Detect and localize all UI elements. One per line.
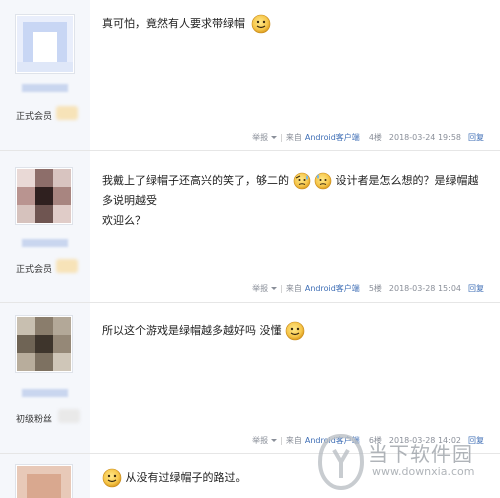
watermark-title: 当下软件园	[368, 442, 473, 466]
username[interactable]	[22, 389, 68, 397]
user-rank: 正式会员	[16, 265, 53, 275]
post-time: 2018-03-24 19:58	[388, 133, 461, 142]
source-prefix: 来自	[285, 133, 302, 142]
source-link[interactable]: Android客户端	[305, 283, 360, 294]
forum-thread: 正式会员 真可怕，竟然有人要求带绿帽 举报 | 来自 Android客户端 4楼 …	[0, 0, 500, 498]
source-prefix: 来自	[285, 436, 302, 445]
divider: |	[280, 284, 283, 293]
post-text: 从没有过绿帽子的路过。	[125, 471, 247, 484]
caret-down-icon[interactable]	[271, 439, 278, 442]
report-link[interactable]: 举报	[252, 132, 268, 143]
level-badge	[56, 106, 78, 120]
source-link[interactable]: Android客户端	[305, 132, 360, 143]
downxia-logo-icon	[316, 432, 366, 496]
username[interactable]	[22, 84, 68, 92]
post-time: 2018-03-28 15:04	[388, 284, 461, 293]
avatar[interactable]	[15, 315, 73, 373]
avatar[interactable]	[15, 167, 73, 225]
floor-number: 5楼	[368, 284, 382, 293]
post-floor-4: 正式会员 真可怕，竟然有人要求带绿帽 举报 | 来自 Android客户端 4楼 …	[0, 0, 500, 151]
post-content: 从没有过绿帽子的路过。	[102, 468, 247, 488]
reply-link[interactable]: 回复	[468, 283, 484, 294]
post-text-line3: 欢迎么？	[102, 214, 146, 227]
post-text: 真可怕，竟然有人要求带绿帽	[102, 17, 245, 30]
avatar[interactable]	[15, 14, 75, 74]
level-badge	[56, 259, 78, 273]
post-meta: 举报 | 来自 Android客户端 5楼 2018-03-28 15:04 回复	[252, 283, 484, 294]
divider: |	[280, 133, 283, 142]
user-rank: 正式会员	[16, 112, 53, 122]
avatar[interactable]	[15, 464, 73, 498]
caret-down-icon[interactable]	[271, 136, 278, 139]
smiley-emoji-icon	[251, 14, 271, 34]
watermark-url: www.downxia.com	[372, 465, 475, 478]
post-content: 真可怕，竟然有人要求带绿帽	[102, 14, 271, 34]
cold-sweat-emoji-icon	[314, 172, 332, 190]
post-text-line1: 我戴上了绿帽子还高兴的笑了，够二的	[102, 174, 289, 187]
level-badge	[58, 409, 80, 423]
post-floor-5: 正式会员 我戴上了绿帽子还高兴的笑了，够二的 设计者是怎么想的？是绿帽越多说明越…	[0, 151, 500, 303]
user-rank: 初级粉丝	[16, 415, 53, 425]
site-watermark: 当下软件园 www.downxia.com	[316, 432, 500, 498]
post-content: 所以这个游戏是绿帽越多越好吗 没懂	[102, 321, 305, 341]
smiley-emoji-icon	[285, 321, 305, 341]
reply-link[interactable]: 回复	[468, 132, 484, 143]
post-text: 所以这个游戏是绿帽越多越好吗 没懂	[102, 324, 282, 337]
post-meta: 举报 | 来自 Android客户端 4楼 2018-03-24 19:58 回复	[252, 132, 484, 143]
username[interactable]	[22, 239, 68, 247]
source-prefix: 来自	[285, 284, 302, 293]
floor-number: 4楼	[368, 133, 382, 142]
report-link[interactable]: 举报	[252, 435, 268, 446]
cold-sweat-emoji-icon	[293, 172, 311, 190]
post-content: 我戴上了绿帽子还高兴的笑了，够二的 设计者是怎么想的？是绿帽越多说明越受 欢迎么…	[102, 171, 487, 231]
smiley-emoji-icon	[102, 468, 122, 488]
caret-down-icon[interactable]	[271, 287, 278, 290]
divider: |	[280, 436, 283, 445]
report-link[interactable]: 举报	[252, 283, 268, 294]
